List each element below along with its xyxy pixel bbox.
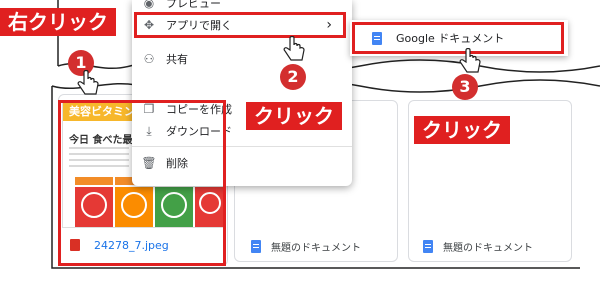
menu-item-label: プレビュー <box>166 0 221 10</box>
step-2-badge: 2 <box>280 64 306 90</box>
click-label-step2: クリック <box>246 102 342 130</box>
menu-item-share[interactable]: ⚇ 共有 <box>132 46 352 72</box>
click-label-step3: クリック <box>414 116 510 144</box>
docs-icon <box>251 240 261 253</box>
add-person-icon: ⚇ <box>143 52 155 66</box>
highlight-image-file <box>58 100 226 266</box>
doc-file-name: 無題のドキュメント <box>443 243 533 254</box>
pointing-hand-icon <box>459 48 481 73</box>
doc-file-name: 無題のドキュメント <box>271 243 361 254</box>
pointing-hand-icon <box>77 70 99 95</box>
highlight-open-with <box>134 12 346 38</box>
right-click-label: 右クリック <box>0 8 116 36</box>
pointing-hand-icon <box>283 36 305 61</box>
menu-item-label: 共有 <box>166 53 188 66</box>
eye-icon: ◉ <box>143 0 155 10</box>
docs-icon <box>423 240 433 253</box>
